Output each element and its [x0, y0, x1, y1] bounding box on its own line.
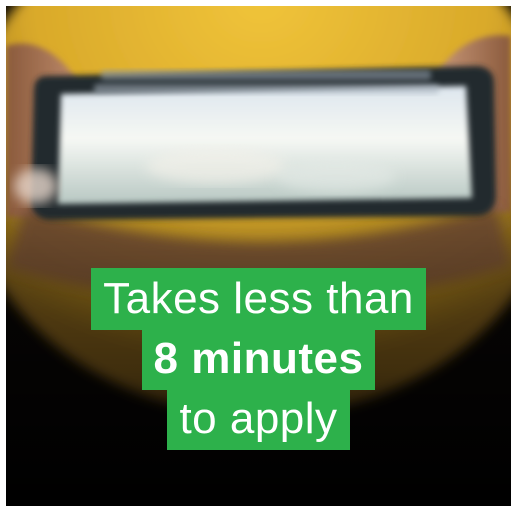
caption-line-3: to apply	[167, 388, 350, 450]
caption-line-1: Takes less than	[91, 268, 426, 330]
promo-caption: Takes less than 8 minutes to apply	[6, 268, 511, 450]
promo-image: Takes less than 8 minutes to apply	[6, 6, 511, 506]
caption-line-2: 8 minutes	[141, 328, 376, 390]
